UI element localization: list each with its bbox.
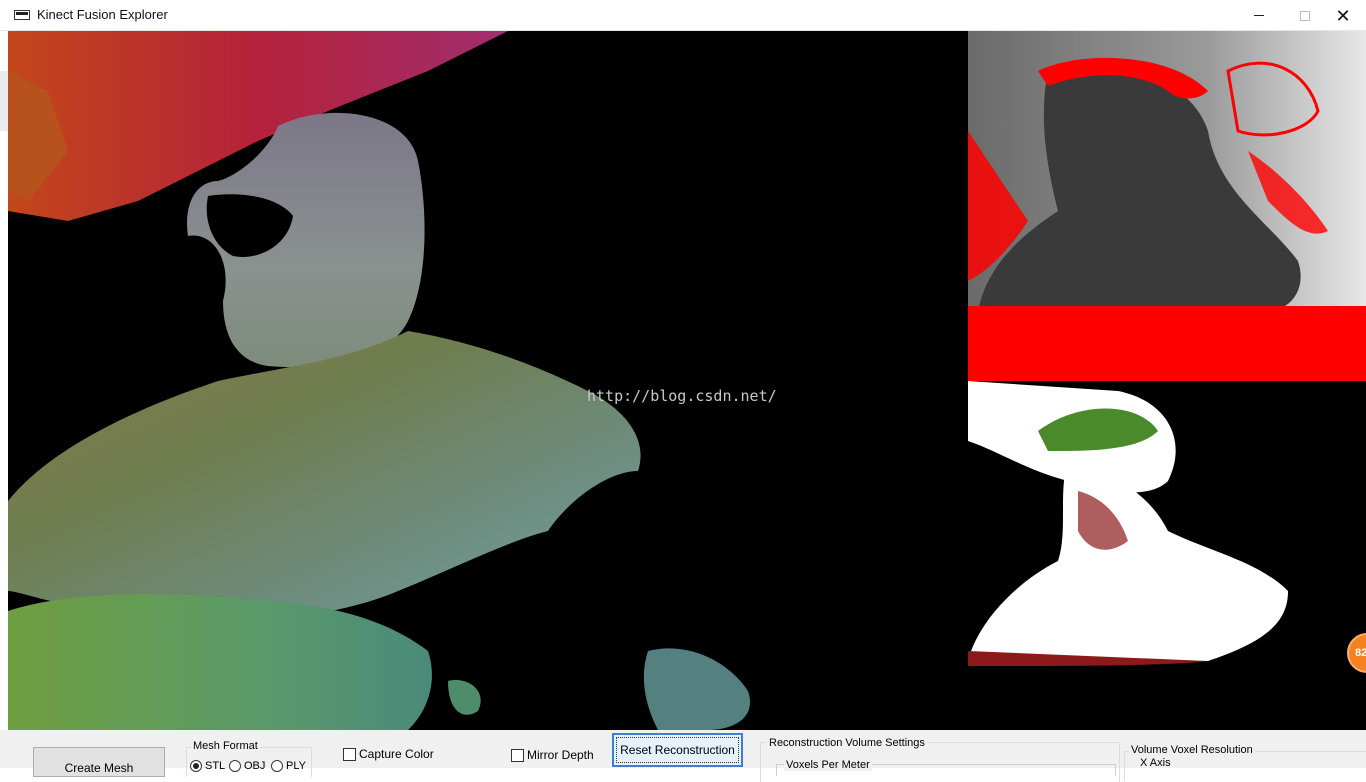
mesh-format-label: Mesh Format: [191, 740, 260, 752]
reconstruction-render: http://blog.csdn.net/: [8, 31, 777, 730]
volume-voxel-resolution-label: Volume Voxel Resolution: [1129, 744, 1255, 756]
maximize-icon: [1300, 10, 1310, 21]
radio-label-obj: OBJ: [244, 760, 266, 772]
checkbox-icon: [511, 748, 524, 762]
capture-color-checkbox[interactable]: Capture Color: [343, 747, 434, 761]
minimize-icon: [1254, 15, 1264, 16]
close-icon: ✕: [1335, 5, 1351, 26]
depth-image: [968, 31, 1366, 381]
mirror-depth-checkbox[interactable]: Mirror Depth: [511, 748, 594, 762]
minimize-button[interactable]: [1236, 0, 1282, 31]
close-button[interactable]: ✕: [1320, 0, 1366, 31]
depth-image-panel: [968, 31, 1366, 381]
radio-unselected-icon: [229, 760, 241, 772]
radio-label-stl: STL: [205, 760, 226, 772]
control-bar: Create Mesh Mesh Format STL OBJ PLY Capt…: [0, 730, 1366, 782]
tracking-residual-panel: [968, 381, 1366, 730]
voxels-per-meter-label: Voxels Per Meter: [784, 759, 872, 771]
radio-unselected-icon: [271, 760, 283, 772]
left-window-edge: [0, 31, 8, 731]
app-icon: [14, 10, 30, 20]
reconstruction-viewport[interactable]: http://blog.csdn.net/: [8, 31, 968, 730]
create-mesh-button[interactable]: Create Mesh: [33, 747, 165, 777]
reset-reconstruction-button[interactable]: Reset Reconstruction: [612, 733, 743, 767]
watermark-text: http://blog.csdn.net/: [587, 387, 777, 405]
capture-color-label: Capture Color: [359, 747, 434, 761]
title-bar: Kinect Fusion Explorer ✕: [0, 0, 1366, 31]
x-axis-label: X Axis: [1140, 757, 1171, 769]
mesh-format-obj-radio[interactable]: OBJ: [229, 760, 265, 772]
radio-selected-icon: [190, 760, 202, 772]
reconstruction-volume-settings-label: Reconstruction Volume Settings: [767, 737, 927, 749]
mirror-depth-label: Mirror Depth: [527, 748, 594, 762]
background-window-sliver: [0, 71, 8, 131]
window-title: Kinect Fusion Explorer: [37, 7, 168, 22]
mesh-format-stl-radio[interactable]: STL: [190, 760, 225, 772]
radio-label-ply: PLY: [286, 760, 306, 772]
mesh-format-ply-radio[interactable]: PLY: [271, 760, 306, 772]
checkbox-icon: [343, 747, 356, 761]
tracking-residual-image: [968, 381, 1366, 730]
